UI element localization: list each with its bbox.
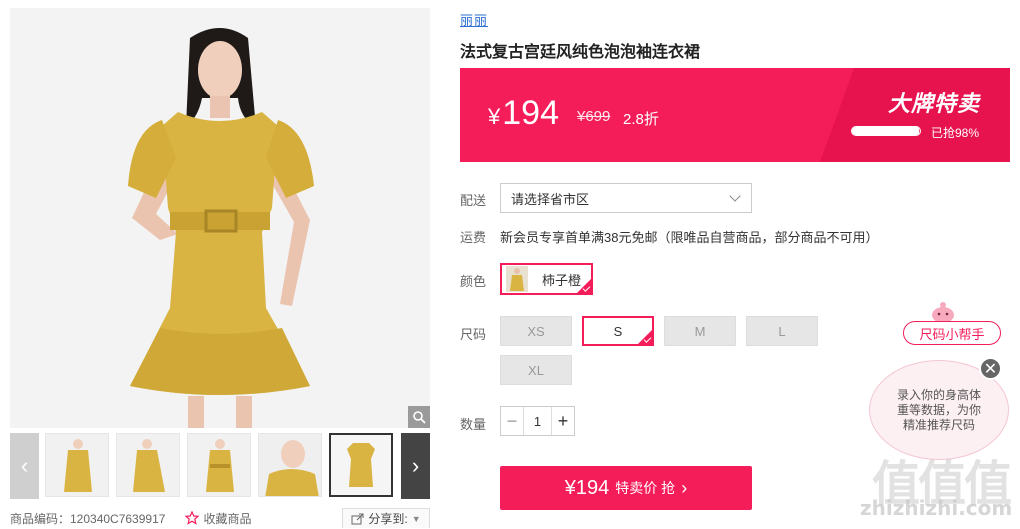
buy-button-label: 特卖价 抢 — [615, 480, 676, 496]
watermark-url: zhizhizhi.com — [860, 496, 1013, 520]
thumbnail-1[interactable] — [45, 433, 109, 497]
product-title: 法式复古宫廷风纯色泡泡袖连衣裙 — [460, 44, 701, 61]
thumbnail-5[interactable] — [329, 433, 393, 497]
currency-symbol: ¥ — [488, 104, 501, 129]
delivery-placeholder: 请选择省市区 — [511, 191, 590, 207]
size-option-label: M — [694, 323, 706, 339]
shipping-label: 运费 — [460, 230, 487, 245]
delivery-label: 配送 — [460, 193, 487, 208]
thumbnail-3[interactable] — [187, 433, 251, 497]
chevron-down-icon — [729, 190, 741, 202]
star-icon — [185, 511, 200, 525]
chevron-down-icon: ▼ — [411, 513, 421, 524]
price-banner: ¥ 194 ¥699 2.8折 大牌特卖 已抢98% — [460, 68, 1010, 162]
sale-price-amount: 194 — [502, 94, 559, 132]
thumbnail-image — [117, 434, 179, 496]
thumbnail-4[interactable] — [258, 433, 322, 497]
share-button[interactable]: 分享到: ▼ — [342, 508, 430, 528]
color-label: 颜色 — [460, 274, 487, 289]
thumbnail-image — [331, 435, 391, 495]
chevron-right-icon: › — [681, 477, 688, 498]
favorite-button[interactable]: 收藏商品 — [185, 510, 251, 527]
delivery-region-select[interactable]: 请选择省市区 — [500, 183, 752, 213]
size-option-label: L — [778, 323, 786, 339]
main-product-image[interactable] — [10, 8, 430, 428]
quantity-increase-button[interactable]: + — [552, 407, 574, 435]
thumbnail-next-button[interactable]: › — [401, 433, 430, 499]
color-option-selected[interactable]: 柿子橙 — [500, 263, 593, 295]
close-icon[interactable]: ✕ — [979, 357, 1002, 380]
promo-title: 大牌特卖 — [887, 91, 980, 116]
thumbnail-strip: ‹ › — [10, 433, 430, 499]
share-label: 分享到: — [368, 512, 408, 526]
size-option-xs[interactable]: XS — [500, 316, 572, 346]
size-option-label: XS — [527, 323, 545, 339]
color-swatch-image — [506, 266, 528, 292]
quantity-decrease-button[interactable]: − — [501, 407, 523, 435]
product-meta-row: 商品编码：120340C7639917 收藏商品 分享到: ▼ — [10, 508, 430, 528]
favorite-label: 收藏商品 — [203, 511, 252, 526]
size-option-s[interactable]: S — [582, 316, 654, 346]
size-label: 尺码 — [460, 327, 487, 342]
quantity-input[interactable]: 1 — [523, 407, 552, 435]
chevron-left-icon: ‹ — [20, 453, 29, 478]
size-option-xl[interactable]: XL — [500, 355, 572, 385]
original-price: ¥699 — [577, 108, 611, 125]
size-option-l[interactable]: L — [746, 316, 818, 346]
thumbnail-image — [259, 434, 321, 496]
brand-link[interactable]: 丽丽 — [460, 10, 488, 29]
thumbnail-image — [188, 434, 250, 496]
sold-progress-fill — [852, 127, 919, 135]
size-helper-text: 录入你的身高体重等数据，为你精准推荐尺码 — [896, 387, 981, 432]
size-option-label: S — [613, 323, 623, 339]
shipping-info: 新会员专享首单满38元免邮（限唯品自营商品，部分商品不可用） — [500, 230, 879, 245]
color-option-name: 柿子橙 — [542, 272, 582, 288]
thumbnail-prev-button[interactable]: ‹ — [10, 433, 39, 499]
buy-button-price: ¥194 — [564, 476, 610, 499]
size-option-label: XL — [528, 362, 544, 378]
share-icon — [351, 513, 364, 524]
quantity-stepper: − 1 + — [500, 406, 575, 436]
zoom-icon[interactable] — [408, 406, 430, 428]
check-icon — [637, 329, 653, 345]
product-code: 商品编码：120340C7639917 — [10, 511, 166, 526]
buy-now-button[interactable]: ¥194 特卖价 抢 › — [500, 466, 752, 510]
chevron-right-icon: › — [411, 453, 420, 478]
size-helper-tag[interactable]: 尺码小帮手 — [903, 321, 1001, 345]
size-option-m[interactable]: M — [664, 316, 736, 346]
sale-price: ¥ 194 — [488, 94, 559, 133]
thumbnail-image — [46, 434, 108, 496]
sold-progress-bar — [851, 126, 921, 136]
thumbnail-2[interactable] — [116, 433, 180, 497]
quantity-label: 数量 — [460, 417, 487, 432]
sold-percentage: 已抢98% — [931, 126, 980, 140]
dress-model-illustration — [10, 8, 430, 428]
discount-badge: 2.8折 — [623, 111, 659, 128]
